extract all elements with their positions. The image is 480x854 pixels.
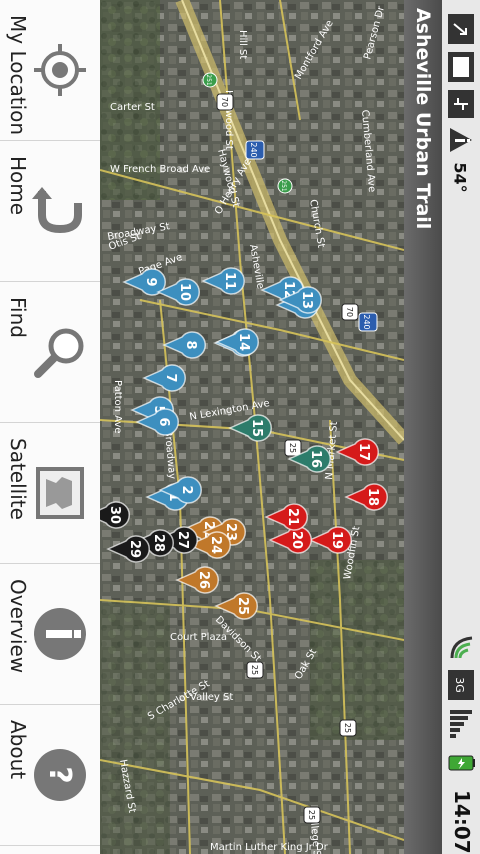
highway-shield: 25: [250, 665, 259, 675]
street-label: Patton Ave: [112, 380, 123, 434]
street-label: W French Broad Ave: [110, 164, 210, 175]
highway-shield: 25: [288, 443, 297, 453]
highway-shield: 25: [307, 810, 316, 820]
menu-item-about[interactable]: About ?: [0, 705, 100, 846]
marker-number: 25: [235, 597, 250, 615]
battery-icon: [446, 748, 476, 778]
marker-number: 6: [156, 417, 171, 426]
marker-number: 26: [196, 571, 211, 589]
highway-shield: 70: [220, 97, 229, 107]
menu-item-home[interactable]: Home: [0, 141, 100, 282]
info-icon: [32, 606, 88, 662]
marker-number: 9: [143, 277, 158, 286]
highway-shield: 70: [345, 307, 354, 317]
marker-number: 17: [356, 443, 371, 461]
highway-shield: 240: [249, 142, 258, 157]
marker-number: 21: [285, 508, 300, 526]
status-time: 14:07: [450, 790, 474, 854]
status-temperature: 54°: [450, 162, 470, 193]
highway-shield: 25: [343, 723, 352, 733]
street-label: Hill St: [237, 30, 248, 59]
crosshair-icon: [32, 42, 88, 98]
marker-number: 16: [308, 450, 323, 468]
menu-item-label: Find: [6, 297, 30, 338]
highway-shield: 251: [280, 180, 287, 192]
help-icon: ?: [32, 747, 88, 803]
network-type: 3G: [453, 677, 466, 693]
options-menu: My Location Home Find Satellite Overview…: [0, 0, 100, 854]
map-icon: [32, 465, 88, 521]
marker-number: 30: [107, 506, 122, 524]
highway-shield: 240: [362, 314, 371, 329]
highway-shield: 251: [205, 74, 212, 86]
data-transfer-icon: 3G: [446, 668, 476, 702]
menu-item-label: Overview: [6, 579, 30, 674]
marker-number: 13: [299, 291, 314, 309]
alert-icon: [446, 124, 476, 156]
menu-item-label: Home: [6, 156, 30, 216]
magnifier-icon: [32, 324, 88, 380]
usb-icon: [446, 88, 476, 120]
app-notification-icon: [446, 12, 476, 46]
app-title: Asheville Urban Trail: [412, 8, 434, 230]
marker-number: 18: [365, 488, 380, 506]
sd-card-icon: [446, 50, 476, 84]
marker-number: 14: [236, 333, 251, 351]
marker-number: 10: [177, 283, 192, 301]
menu-item-overview[interactable]: Overview: [0, 564, 100, 705]
street-label: Martin Luther King Jr Dr: [210, 842, 329, 853]
temperature: 54°: [446, 160, 476, 200]
marker-number: 28: [151, 534, 166, 552]
street-label: Carter St: [110, 102, 155, 113]
marker-number: 11: [222, 272, 237, 290]
menu-item-label: My Location: [6, 15, 30, 136]
marker-number: 2: [179, 485, 194, 494]
status-bar: 14:07 3G 54°: [442, 0, 480, 854]
marker-number: 7: [163, 373, 178, 382]
marker-number: 15: [249, 419, 264, 437]
marker-number: 27: [175, 531, 190, 549]
marker-number: 29: [127, 540, 142, 558]
menu-item-satellite[interactable]: Satellite: [0, 423, 100, 564]
marker-number: 24: [208, 536, 223, 554]
satellite-map[interactable]: Haywood St Montford Ave Hill St Carter S…: [100, 0, 404, 854]
map-canvas[interactable]: Haywood St Montford Ave Hill St Carter S…: [100, 0, 404, 854]
menu-item-my-location[interactable]: My Location: [0, 0, 100, 141]
clock: 14:07: [446, 790, 476, 854]
svg-text:?: ?: [42, 766, 77, 783]
wifi-icon: [446, 630, 476, 664]
menu-item-label: About: [6, 720, 30, 780]
marker-number: 19: [329, 531, 344, 549]
return-arrow-icon: [32, 183, 88, 239]
signal-icon: [446, 706, 476, 740]
street-label: Court Plaza: [170, 632, 227, 643]
menu-item-find[interactable]: Find: [0, 282, 100, 423]
marker-number: 20: [289, 531, 304, 549]
marker-number: 8: [183, 340, 198, 349]
menu-item-label: Satellite: [6, 438, 30, 520]
title-bar: Asheville Urban Trail: [404, 0, 442, 854]
